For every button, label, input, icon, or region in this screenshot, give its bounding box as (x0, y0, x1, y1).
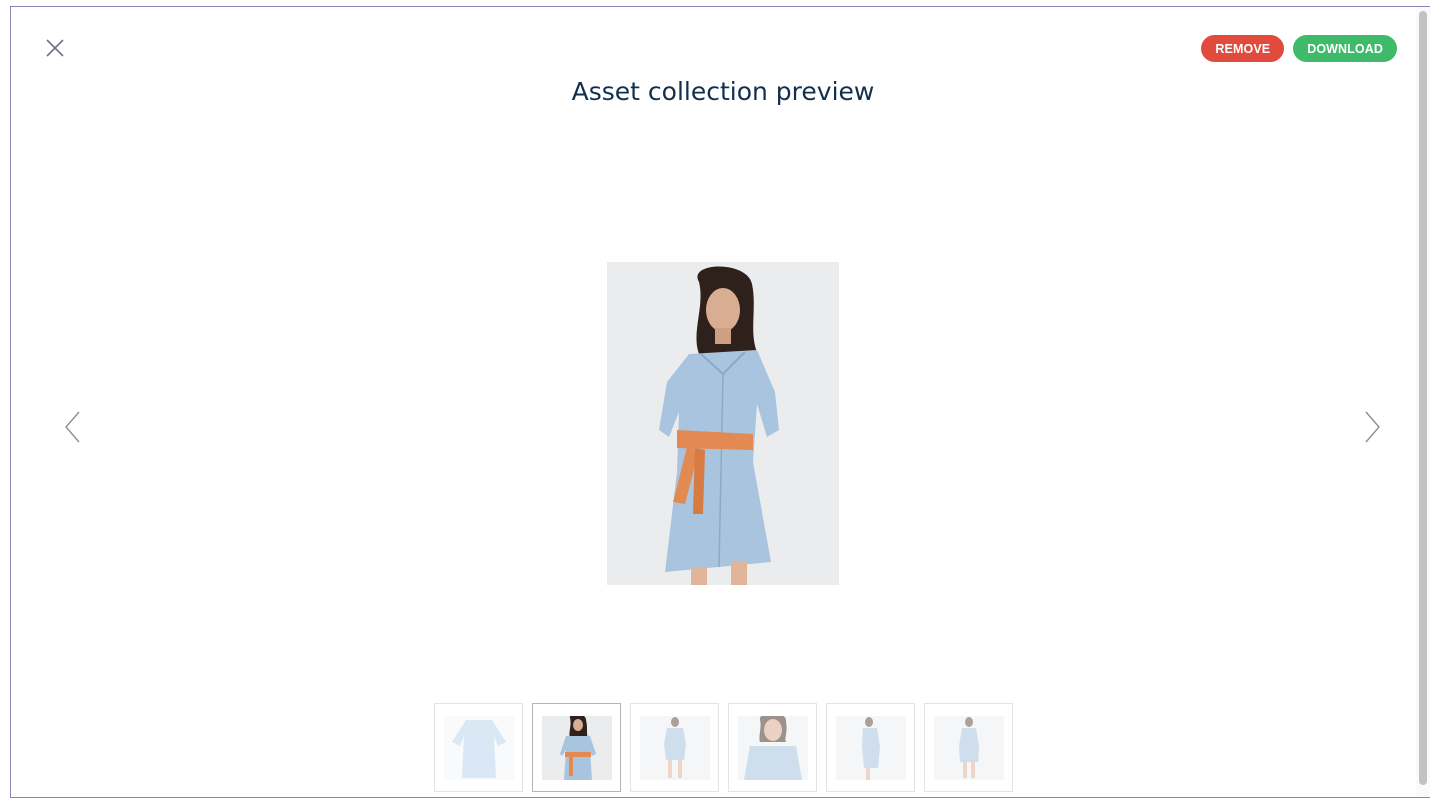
thumbnail-image (737, 715, 808, 780)
preview-modal: REMOVE DOWNLOAD Asset collection preview (10, 6, 1430, 798)
thumbnail[interactable] (630, 703, 719, 792)
scrollbar[interactable] (1416, 7, 1430, 797)
remove-button[interactable]: REMOVE (1201, 35, 1285, 62)
thumbnail[interactable] (826, 703, 915, 792)
thumbnail-strip (434, 703, 1013, 792)
thumbnail[interactable] (532, 703, 621, 792)
download-button[interactable]: DOWNLOAD (1293, 35, 1397, 62)
chevron-left-icon[interactable] (64, 411, 82, 443)
scrollbar-thumb[interactable] (1419, 11, 1427, 785)
thumbnail-image (541, 715, 612, 780)
thumbnail[interactable] (434, 703, 523, 792)
chevron-right-icon[interactable] (1363, 411, 1381, 443)
close-icon[interactable] (45, 38, 65, 58)
action-buttons: REMOVE DOWNLOAD (1201, 35, 1397, 62)
thumbnail-image (933, 715, 1004, 780)
thumbnail[interactable] (924, 703, 1013, 792)
thumbnail-image (639, 715, 710, 780)
page-title: Asset collection preview (571, 77, 875, 106)
main-preview-image (607, 262, 839, 585)
thumbnail[interactable] (728, 703, 817, 792)
thumbnail-image (835, 715, 906, 780)
thumbnail-image (443, 715, 514, 780)
